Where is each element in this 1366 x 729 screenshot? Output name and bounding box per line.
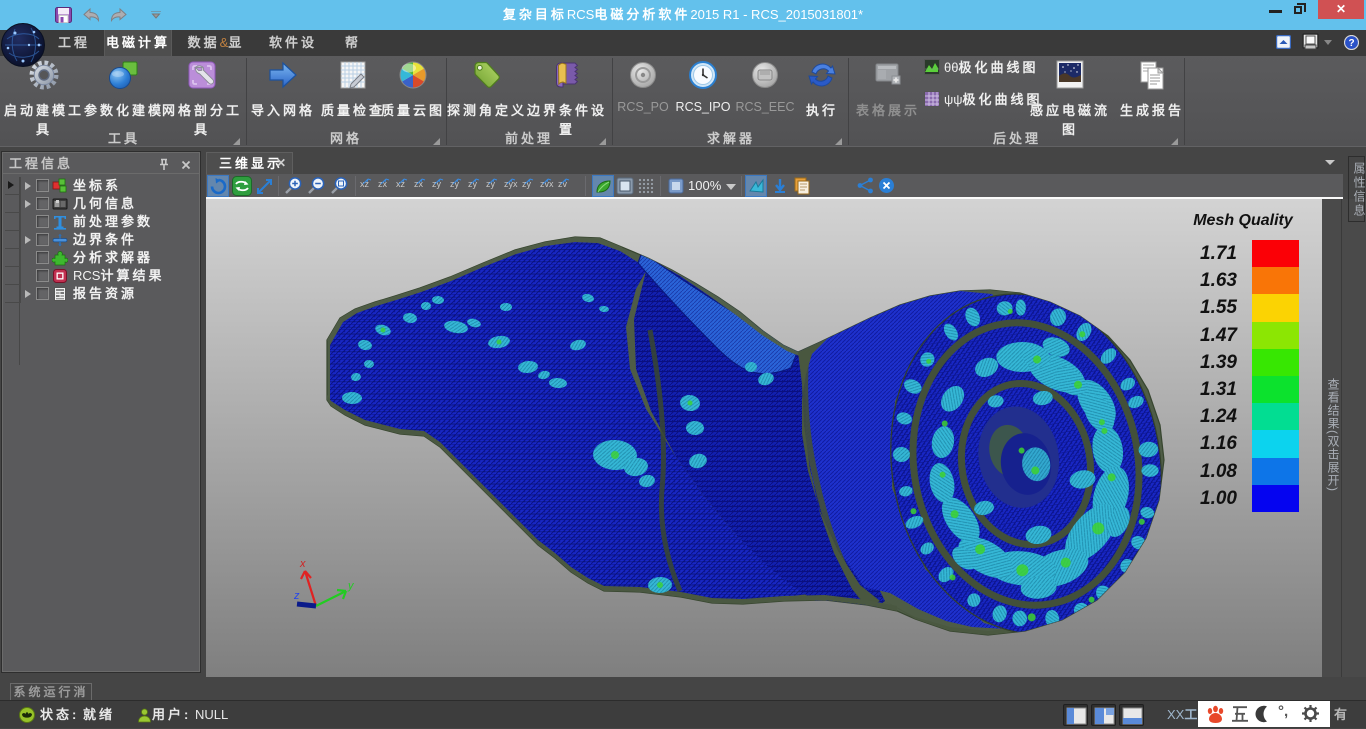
svg-text:y: y — [347, 580, 355, 592]
svg-text:?: ? — [1348, 38, 1354, 49]
svg-text:z: z — [293, 590, 300, 602]
svg-text:x: x — [299, 558, 306, 570]
